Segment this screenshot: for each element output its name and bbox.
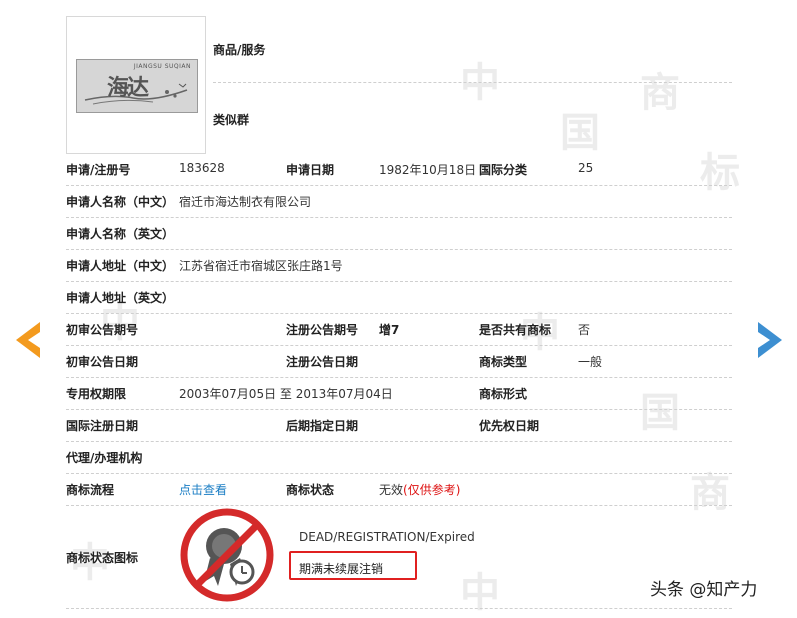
status-chinese-text: 期满未续展注销 [299, 562, 384, 576]
trademark-process-label: 商标流程 [66, 483, 115, 497]
view-process-link[interactable]: 点击查看 [179, 481, 227, 498]
table-row: 申请人名称（英文） [66, 217, 732, 250]
registration-announcement-date-label: 注册公告日期 [286, 355, 359, 369]
table-row: 申请人名称（中文） 宿迁市海达制衣有限公司 [66, 185, 732, 218]
reference-only-note: (仅供参考) [403, 483, 461, 497]
trademark-type-label: 商标类型 [479, 355, 528, 369]
table-row: 专用权期限 2003年07月05日 至 2013年07月04日 商标形式 [66, 377, 732, 410]
applicant-address-cn-label: 申请人地址（中文） [66, 259, 175, 273]
subsequent-designation-date-label: 后期指定日期 [286, 419, 359, 433]
agency-label: 代理/办理机构 [66, 451, 143, 465]
trademark-status-icon-label: 商标状态图标 [66, 551, 139, 565]
exclusive-right-period-value: 2003年07月05日 至 2013年07月04日 [179, 387, 393, 401]
status-english-text: DEAD/REGISTRATION/Expired [299, 530, 475, 544]
source-watermark: 头条 @知产力 [650, 580, 758, 600]
applicant-name-cn-value: 宿迁市海达制衣有限公司 [179, 195, 312, 209]
applicant-address-en-label: 申请人地址（英文） [66, 291, 175, 305]
table-row: 申请人地址（英文） [66, 281, 732, 314]
application-number-value: 183628 [179, 161, 225, 175]
trademark-status-label: 商标状态 [286, 483, 335, 497]
preliminary-announcement-issue-label: 初审公告期号 [66, 323, 139, 337]
application-date-value: 1982年10月18日 [379, 163, 477, 177]
international-class-label: 国际分类 [479, 163, 528, 177]
registration-announcement-issue-value: 增7 [379, 323, 400, 337]
logo-small-text: JIANGSU SUQIAN [133, 63, 191, 70]
table-row: 代理/办理机构 [66, 441, 732, 474]
table-row: 申请/注册号 183628 申请日期 1982年10月18日 国际分类 25 [66, 153, 732, 186]
application-number-label: 申请/注册号 [66, 163, 131, 177]
trademark-form-label: 商标形式 [479, 387, 528, 401]
divider [213, 82, 732, 83]
table-row: 初审公告期号 注册公告期号 增7 是否共有商标 否 [66, 313, 732, 346]
priority-date-label: 优先权日期 [479, 419, 540, 433]
trademark-logo: JIANGSU SUQIAN 海达 [76, 59, 198, 113]
table-row: 申请人地址（中文） 江苏省宿迁市宿城区张庄路1号 [66, 249, 732, 282]
table-row: 初审公告日期 注册公告日期 商标类型 一般 [66, 345, 732, 378]
expired-trademark-icon [180, 508, 274, 602]
previous-arrow-icon[interactable] [14, 320, 42, 360]
similar-group-label: 类似群 [213, 113, 250, 127]
exclusive-right-period-label: 专用权期限 [66, 387, 127, 401]
shared-trademark-label: 是否共有商标 [479, 323, 552, 337]
table-row: 商标流程 点击查看 商标状态 无效(仅供参考) [66, 473, 732, 506]
applicant-address-cn-value: 江苏省宿迁市宿城区张庄路1号 [179, 259, 343, 273]
applicant-name-en-label: 申请人名称（英文） [66, 227, 175, 241]
logo-big-text: 海达 [107, 75, 149, 101]
preliminary-announcement-date-label: 初审公告日期 [66, 355, 139, 369]
trademark-status-text: 无效 [379, 483, 404, 497]
trademark-image: JIANGSU SUQIAN 海达 [66, 16, 206, 154]
trademark-detail-panel: JIANGSU SUQIAN 海达 商品/服务 类似群 申请/注册号 18362… [66, 0, 732, 613]
status-chinese-box: 期满未续展注销 [289, 551, 417, 580]
next-arrow-icon[interactable] [756, 320, 784, 360]
goods-services-label: 商品/服务 [213, 43, 266, 57]
shared-trademark-value: 否 [578, 323, 591, 337]
table-row: 国际注册日期 后期指定日期 优先权日期 [66, 409, 732, 442]
applicant-name-cn-label: 申请人名称（中文） [66, 195, 175, 209]
application-date-label: 申请日期 [286, 163, 335, 177]
registration-announcement-issue-label: 注册公告期号 [286, 323, 359, 337]
trademark-status-value: 无效(仅供参考) [379, 481, 460, 498]
trademark-type-value: 一般 [578, 355, 603, 369]
international-registration-date-label: 国际注册日期 [66, 419, 139, 433]
international-class-value: 25 [578, 161, 594, 175]
